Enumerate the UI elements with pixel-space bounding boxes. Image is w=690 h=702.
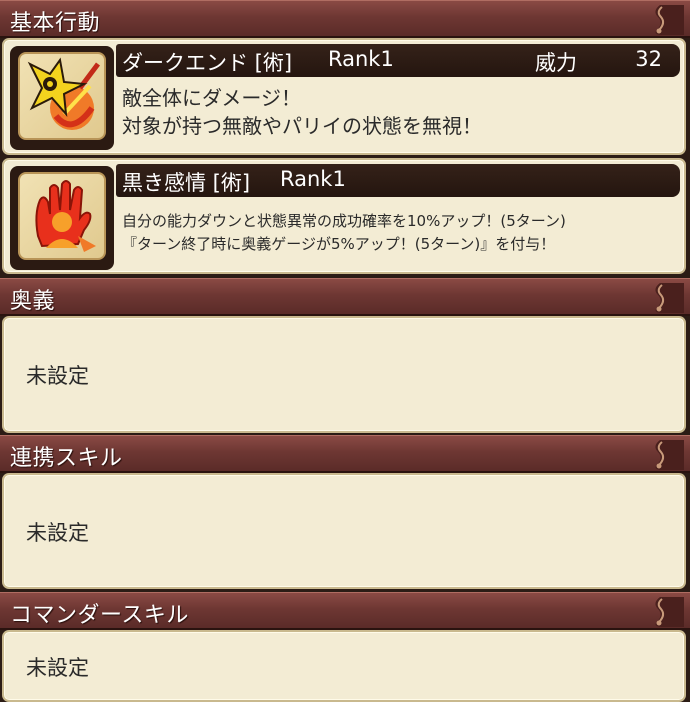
commander-value: 未設定 <box>26 656 89 680</box>
skill-name: ダークエンド [術] <box>122 51 293 75</box>
ougi-card[interactable]: 未設定 <box>2 316 686 433</box>
skill-description: 敵全体にダメージ！ 対象が持つ無敵やパリイの状態を無視！ <box>122 84 482 140</box>
skill-name-bar: 黒き感情 [術] Rank1 <box>116 164 680 197</box>
section-title: 基本行動 <box>10 11 101 36</box>
scroll-ornament-icon <box>655 597 684 627</box>
section-header-renkei: 連携スキル <box>0 435 690 473</box>
dark-hand-icon <box>18 172 106 260</box>
section-title: 連携スキル <box>10 446 123 471</box>
skill-card-dark-end[interactable]: ダークエンド [術] Rank1 威力 32 敵全体にダメージ！ 対象が持つ無敵… <box>2 38 686 155</box>
renkei-card[interactable]: 未設定 <box>2 473 686 589</box>
shuriken-slash-icon <box>18 52 106 140</box>
skill-icon-frame <box>10 166 114 270</box>
section-header-ougi: 奥義 <box>0 278 690 316</box>
skill-description-line: 敵全体にダメージ！ <box>122 86 301 110</box>
skill-rank: Rank1 <box>280 167 346 191</box>
commander-card[interactable]: 未設定 <box>2 630 686 702</box>
power-label: 威力 <box>535 51 577 75</box>
scroll-ornament-icon <box>655 5 684 35</box>
scroll-ornament-icon <box>655 440 684 470</box>
skill-name: 黒き感情 [術] <box>122 171 251 195</box>
power-value: 32 <box>635 47 662 71</box>
skill-description-line: 自分の能力ダウンと状態異常の成功確率を10%アップ！(5ターン) <box>122 212 566 230</box>
renkei-value: 未設定 <box>26 521 89 545</box>
ougi-value: 未設定 <box>26 364 89 388</box>
skill-detail-page: 基本行動 ダークエンド [術] Rank1 威力 32 敵全体にダメージ！ 対象… <box>0 0 690 702</box>
skill-description-line: 対象が持つ無敵やパリイの状態を無視！ <box>122 114 482 138</box>
skill-card-kuroki-kanjou[interactable]: 黒き感情 [術] Rank1 自分の能力ダウンと状態異常の成功確率を10%アップ… <box>2 158 686 274</box>
section-title: コマンダースキル <box>10 603 189 628</box>
skill-description-line: 『ターン終了時に奥義ゲージが5%アップ！(5ターン)』を付与！ <box>122 235 556 253</box>
skill-rank: Rank1 <box>328 47 394 71</box>
section-title: 奥義 <box>10 289 56 314</box>
skill-name-bar: ダークエンド [術] Rank1 威力 32 <box>116 44 680 77</box>
section-header-basic-action: 基本行動 <box>0 0 690 38</box>
section-header-commander: コマンダースキル <box>0 592 690 630</box>
scroll-ornament-icon <box>655 283 684 313</box>
skill-description: 自分の能力ダウンと状態異常の成功確率を10%アップ！(5ターン) 『ターン終了時… <box>122 210 566 256</box>
skill-icon-frame <box>10 46 114 150</box>
